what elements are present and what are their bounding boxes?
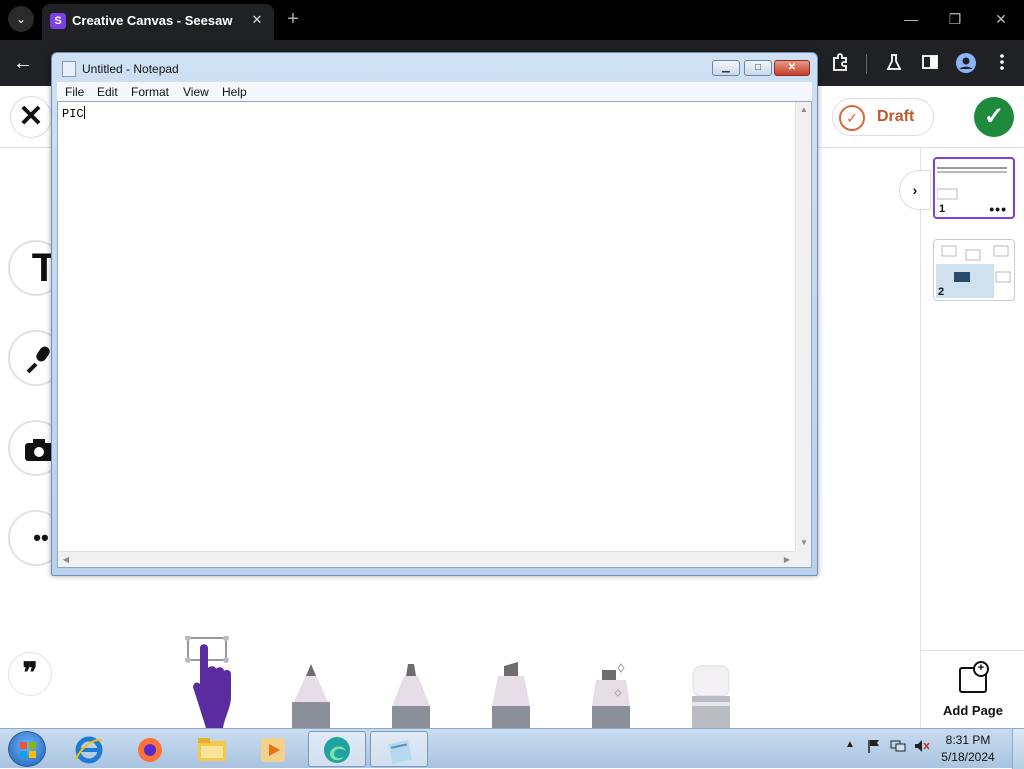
browser-tab-strip: ⌄ S Creative Canvas - Seesaw ✕ + — ❐ ✕ (0, 0, 1024, 40)
taskbar-internet-explorer[interactable] (60, 731, 118, 767)
notepad-taskbar-icon (388, 740, 413, 764)
page-thumbnail-1[interactable]: 1 ••• (933, 157, 1015, 219)
close-canvas-button[interactable]: ✕ (10, 96, 52, 138)
submit-check-button[interactable]: ✓ (974, 97, 1014, 137)
labs-flask-icon[interactable] (882, 52, 906, 76)
taskbar-notepad[interactable] (370, 731, 428, 767)
add-page-label: Add Page (943, 703, 1003, 718)
scroll-down-arrow-icon[interactable]: ▼ (796, 535, 812, 551)
window-restore-button[interactable]: ❐ (940, 6, 970, 32)
edge-browser-icon (324, 737, 350, 763)
pencil-icon (292, 664, 330, 728)
menu-help[interactable]: Help (222, 85, 247, 99)
page-more-options-icon[interactable]: ••• (989, 201, 1007, 217)
pen-tool[interactable] (392, 662, 430, 728)
media-player-icon (261, 738, 285, 762)
browser-tab-active[interactable]: S Creative Canvas - Seesaw ✕ (42, 4, 274, 40)
notepad-text: PIC (62, 107, 84, 121)
hand-pointer-icon (185, 635, 231, 728)
browser-menu-kebab-icon[interactable] (990, 52, 1014, 76)
side-panel-icon[interactable] (918, 52, 942, 76)
firefox-icon (138, 738, 162, 762)
tab-title: Creative Canvas - Seesaw (72, 13, 233, 28)
notepad-menubar: File Edit Format View Help (57, 82, 812, 101)
notepad-content: PIC (62, 106, 85, 121)
pen-icon (392, 664, 430, 728)
notepad-maximize-button[interactable]: □ (744, 60, 772, 76)
add-page-button[interactable]: + Add Page (921, 650, 1024, 728)
tab-close-icon[interactable]: ✕ (248, 10, 266, 30)
menu-edit[interactable]: Edit (97, 85, 118, 99)
notepad-titlebar[interactable]: Untitled - Notepad ▁ □ ✕ (52, 53, 817, 83)
taskbar-media-player[interactable] (244, 731, 302, 767)
menu-file[interactable]: File (65, 85, 84, 99)
collapse-panel-chevron-icon[interactable]: › (899, 170, 931, 210)
menu-view[interactable]: View (183, 85, 209, 99)
network-icon[interactable] (890, 739, 906, 755)
page-2-preview (936, 245, 1011, 298)
back-arrow-icon[interactable]: ← (10, 50, 36, 76)
eraser-icon (692, 665, 730, 728)
camera-icon (25, 439, 53, 461)
notepad-minimize-button[interactable]: ▁ (712, 60, 740, 76)
volume-muted-icon[interactable] (914, 739, 930, 755)
notepad-title: Untitled - Notepad (82, 62, 179, 76)
page-number: 2 (938, 286, 945, 298)
internet-explorer-icon (75, 736, 103, 764)
tab-search-dropdown-button[interactable]: ⌄ (8, 6, 34, 32)
glitter-pen-tool[interactable] (592, 662, 630, 728)
scroll-up-arrow-icon[interactable]: ▲ (796, 102, 812, 118)
profile-avatar-icon[interactable] (954, 52, 978, 76)
select-hand-tool[interactable] (184, 635, 236, 728)
folder-icon (198, 738, 226, 761)
taskbar-file-explorer[interactable] (183, 731, 241, 767)
quote-icon: ❞ (22, 657, 38, 688)
pencil-tool[interactable] (292, 662, 330, 728)
page-number: 1 (939, 203, 946, 215)
draft-label: Draft (877, 108, 915, 125)
draft-button[interactable]: ✓ Draft (832, 98, 934, 136)
marker-tool[interactable] (492, 662, 530, 728)
eraser-tool[interactable] (692, 662, 730, 728)
horizontal-scrollbar[interactable]: ◀ ▶ (58, 551, 795, 567)
marker-icon (492, 662, 530, 728)
show-hidden-icons-arrow[interactable]: ▲ (845, 739, 855, 750)
more-dots-icon: •• (33, 525, 49, 550)
resize-grip[interactable] (795, 551, 811, 567)
system-clock[interactable]: 8:31 PM 5/18/2024 (932, 732, 1004, 766)
toolbar-divider (866, 54, 867, 74)
taskbar-firefox[interactable] (121, 731, 179, 767)
glitter-pen-icon (592, 663, 630, 728)
vertical-scrollbar[interactable]: ▲ ▼ (795, 102, 811, 551)
windows-logo-icon (20, 742, 36, 758)
page-thumbnail-2[interactable]: 2 (933, 239, 1015, 301)
notepad-close-button[interactable]: ✕ (774, 60, 810, 76)
add-page-plus-icon: + (973, 661, 989, 677)
scroll-right-arrow-icon[interactable]: ▶ (779, 552, 795, 568)
start-button[interactable] (8, 731, 46, 767)
menu-format[interactable]: Format (131, 85, 169, 99)
text-caret (83, 106, 85, 119)
show-desktop-button[interactable] (1012, 729, 1024, 769)
notepad-text-area[interactable]: PIC ▲ ▼ ◀ ▶ (57, 101, 812, 568)
extensions-puzzle-icon[interactable] (828, 52, 852, 76)
notepad-window[interactable]: Untitled - Notepad ▁ □ ✕ File Edit Forma… (51, 52, 818, 576)
clock-time: 8:31 PM (945, 733, 991, 747)
taskbar-edge[interactable] (308, 731, 366, 767)
clock-date: 5/18/2024 (941, 750, 995, 764)
scroll-left-arrow-icon[interactable]: ◀ (58, 552, 74, 568)
notepad-app-icon (62, 61, 76, 77)
new-tab-button[interactable]: + (282, 8, 304, 30)
window-close-button[interactable]: ✕ (986, 6, 1016, 32)
pages-panel: › 1 ••• 2 + Add Page (899, 148, 1024, 728)
windows-taskbar: ▲ 8:31 PM 5/18/2024 (0, 728, 1024, 769)
action-center-flag-icon[interactable] (866, 739, 882, 755)
window-minimize-button[interactable]: — (896, 6, 926, 32)
draft-check-icon: ✓ (839, 105, 865, 131)
page-1-preview (937, 167, 1007, 200)
seesaw-favicon-icon: S (50, 13, 66, 29)
label-tool-button[interactable]: ❞ (8, 652, 52, 696)
